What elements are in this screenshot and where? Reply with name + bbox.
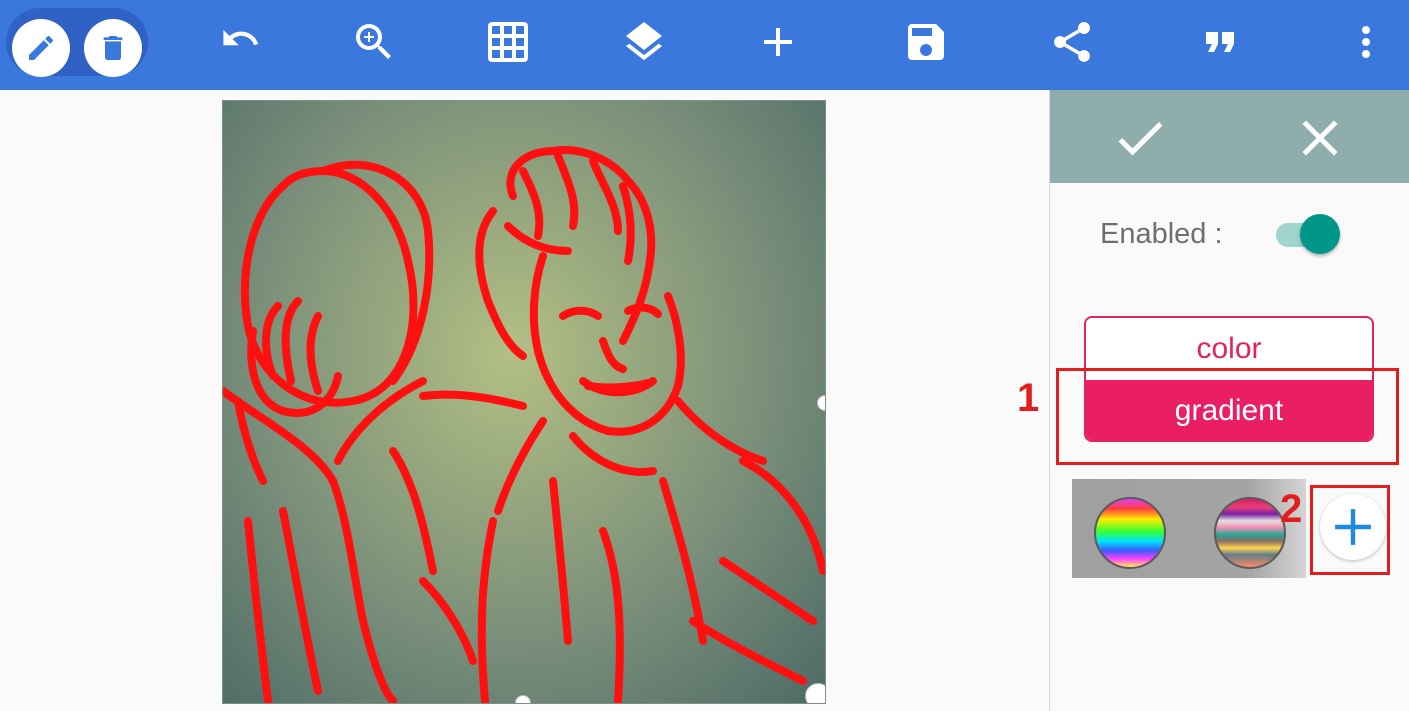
enabled-toggle[interactable]: [1300, 214, 1340, 254]
annotation-label-1: 1: [1017, 376, 1040, 420]
undo-button[interactable]: [216, 18, 264, 66]
panel-header: [1050, 90, 1409, 183]
annotation-box-2: [1310, 485, 1390, 575]
pencil-icon: [29, 35, 54, 60]
trash-icon: [103, 36, 123, 60]
resize-handle-bottom[interactable]: [515, 695, 531, 703]
zoom-button[interactable]: [350, 18, 398, 66]
resize-handle-corner[interactable]: [805, 683, 825, 703]
delete-button[interactable]: [84, 19, 142, 77]
red-line-drawing: [223, 146, 825, 703]
multicolor-stripes-gradient-swatch[interactable]: [1214, 497, 1286, 569]
gradient-presets-strip: [1072, 479, 1306, 578]
save-button[interactable]: [902, 18, 950, 66]
layers-button[interactable]: [620, 18, 668, 66]
annotation-box-1: [1056, 368, 1399, 465]
layers-icon: [626, 22, 662, 61]
resize-handle-right[interactable]: [817, 395, 825, 411]
grid-icon: [488, 22, 528, 62]
rainbow-gradient-swatch[interactable]: [1094, 497, 1166, 569]
top-toolbar: [0, 0, 1409, 90]
cancel-button[interactable]: [1290, 108, 1350, 168]
enabled-label: Enabled :: [1100, 218, 1223, 250]
quote-icon: [1206, 32, 1234, 52]
confirm-button[interactable]: [1110, 108, 1170, 168]
more-vert-icon: [1362, 26, 1370, 58]
share-button[interactable]: [1048, 18, 1096, 66]
close-icon: [1302, 120, 1338, 156]
add-button[interactable]: [754, 18, 802, 66]
pencil-button[interactable]: [12, 19, 70, 77]
grid-button[interactable]: [484, 18, 532, 66]
more-menu-button[interactable]: [1342, 18, 1390, 66]
zoom-in-icon: [356, 24, 391, 59]
drawing-canvas[interactable]: [222, 100, 826, 704]
quote-button[interactable]: [1196, 18, 1244, 66]
check-icon: [1118, 121, 1163, 156]
annotation-label-2: 2: [1280, 487, 1303, 531]
draw-tool-group: [6, 8, 148, 77]
save-icon: [908, 24, 944, 60]
add-icon: [764, 28, 792, 56]
undo-icon: [223, 29, 259, 46]
share-icon: [1054, 22, 1090, 62]
